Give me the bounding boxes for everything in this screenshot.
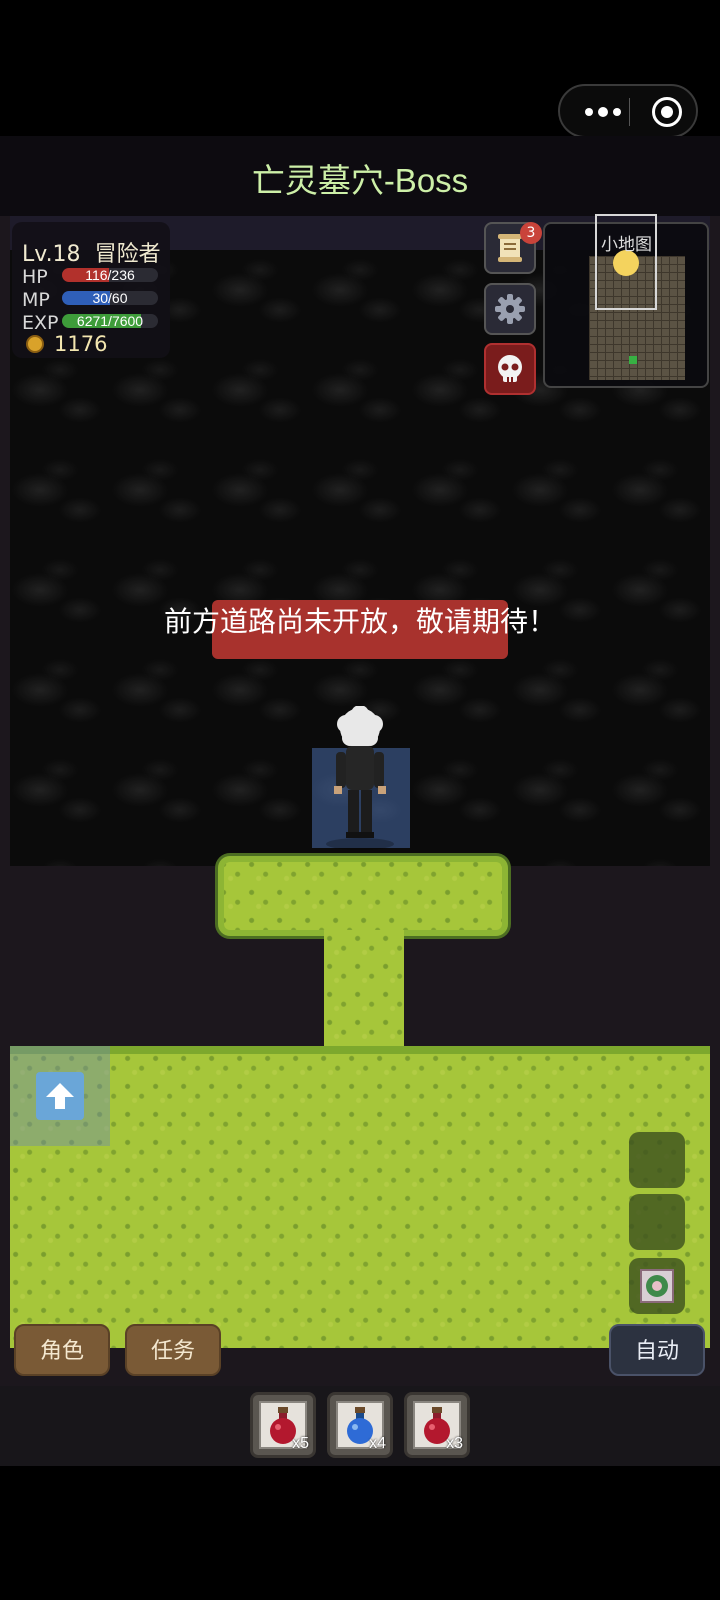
- task-button[interactable]: 任务: [125, 1324, 221, 1376]
- potion-count: x3: [446, 1435, 463, 1452]
- hp-label: HP: [22, 266, 48, 288]
- potion-count: x5: [292, 1435, 309, 1452]
- potion-slot-2[interactable]: x4: [327, 1392, 393, 1458]
- class-name: 冒险者: [94, 242, 161, 267]
- level-line: Lv.18 冒险者: [22, 236, 161, 268]
- settings-button[interactable]: [484, 283, 536, 335]
- skull-icon: [498, 355, 522, 382]
- gold-amount: 1176: [54, 332, 108, 356]
- hp-value: 116/236: [85, 267, 135, 283]
- gold-coin-icon: [26, 335, 44, 353]
- grass-field-edge: [10, 1046, 710, 1054]
- potion-slot-3[interactable]: x3: [404, 1392, 470, 1458]
- mp-bar: 30/60: [62, 291, 158, 305]
- status-bar-area: [0, 0, 720, 138]
- exp-bar: 6271/7600: [62, 314, 158, 328]
- capsule-divider: [629, 98, 630, 126]
- boss-button[interactable]: [484, 343, 536, 395]
- grass-cross-platform: [218, 856, 508, 936]
- exp-value: 6271/7600: [76, 313, 144, 329]
- grass-path: [324, 930, 404, 1050]
- up-arrow-icon: [36, 1072, 84, 1120]
- skill-slot-2[interactable]: [629, 1194, 685, 1250]
- notice-text: 前方道路尚未开放，敬请期待！: [163, 606, 556, 637]
- player-character[interactable]: [320, 706, 400, 852]
- role-button[interactable]: 角色: [14, 1324, 110, 1376]
- potion-slot-1[interactable]: x5: [250, 1392, 316, 1458]
- skill-slot-1[interactable]: [629, 1132, 685, 1188]
- level: Lv.18: [22, 242, 81, 267]
- potion-count: x4: [369, 1435, 386, 1452]
- hp-bar: 116/236: [62, 268, 158, 282]
- title-bar: 亡灵墓穴-Boss: [0, 136, 720, 216]
- auto-button[interactable]: 自动: [609, 1324, 705, 1376]
- bottom-safe-area: [0, 1466, 720, 1600]
- jump-button[interactable]: [10, 1046, 110, 1146]
- skill-rune-icon: [640, 1269, 674, 1303]
- quest-badge: 3: [520, 222, 542, 244]
- mini-program-capsule: [558, 84, 698, 138]
- minimap-player-marker: [629, 356, 637, 364]
- grass-field: [10, 1050, 710, 1348]
- exp-label: EXP: [22, 312, 59, 334]
- player-stats-panel: Lv.18 冒险者 HP 116/236 MP 30/60 EXP 6271/7…: [12, 222, 170, 358]
- white-hair: [337, 706, 383, 748]
- gear-icon: [495, 294, 525, 324]
- more-dots-icon[interactable]: [578, 98, 628, 126]
- page-title: 亡灵墓穴-Boss: [251, 162, 469, 199]
- target-circle-icon[interactable]: [652, 97, 682, 127]
- minimap-label: 小地图: [601, 235, 652, 255]
- minimap[interactable]: 小地图: [543, 214, 709, 388]
- mp-value: 30/60: [92, 290, 128, 306]
- mp-label: MP: [22, 289, 50, 311]
- skill-slot-3[interactable]: [629, 1258, 685, 1314]
